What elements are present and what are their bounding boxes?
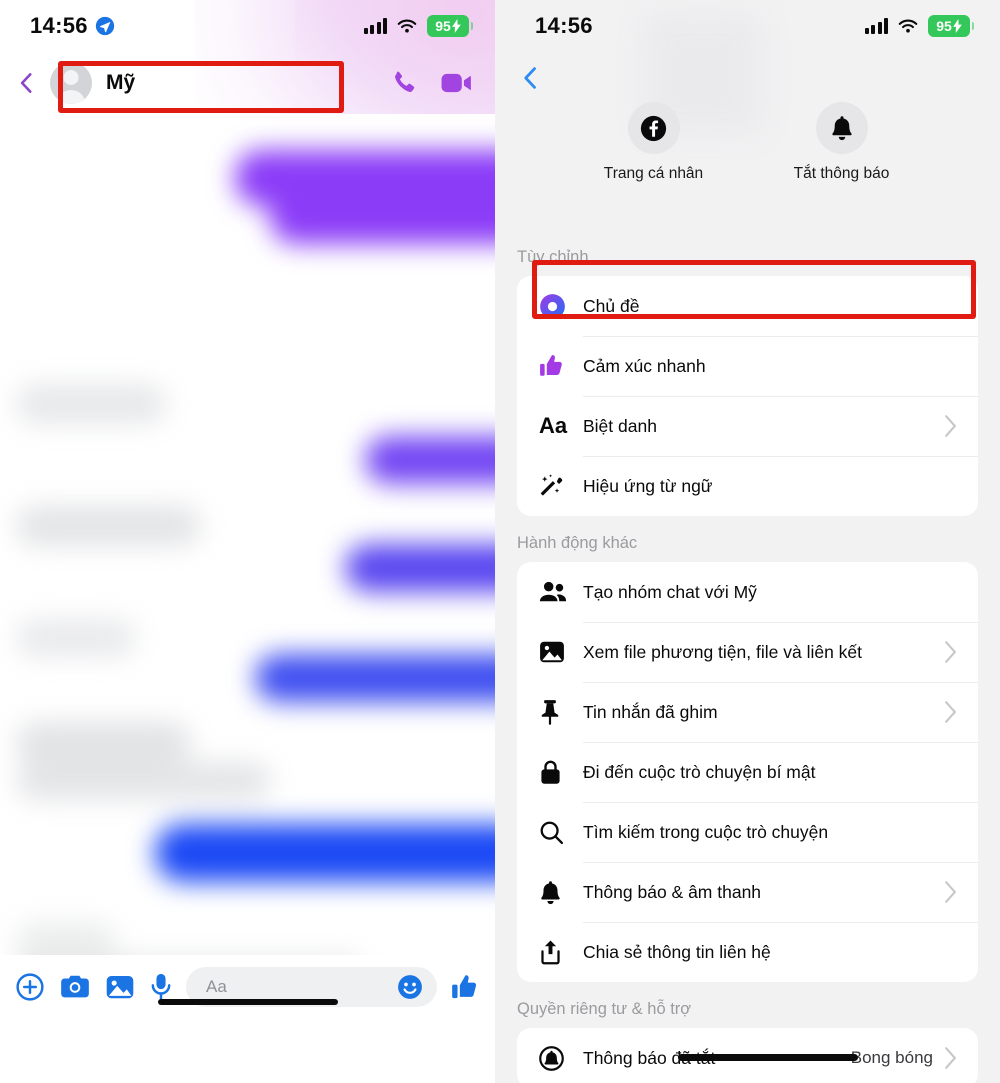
row-cuoc-tro-chuyen-bi-mat[interactable]: Đi đến cuộc trò chuyện bí mật	[517, 742, 978, 802]
battery-indicator: 95	[928, 15, 974, 37]
bell-icon	[815, 102, 868, 154]
avatar	[50, 62, 92, 104]
row-label: Thông báo & âm thanh	[583, 881, 762, 902]
row-label: Tìm kiếm trong cuộc trò chuyện	[583, 821, 829, 842]
chevron-right-icon	[945, 1047, 956, 1069]
share-icon	[539, 939, 573, 965]
row-chu-de[interactable]: Chủ đề	[517, 276, 978, 336]
customization-card: Chủ đề Cảm xúc nhanh Aa Biệt danh Hiệu ứ…	[517, 276, 978, 516]
plus-circle-icon[interactable]	[16, 973, 44, 1001]
row-cam-xuc-nhanh[interactable]: Cảm xúc nhanh	[517, 336, 978, 396]
back-chevron-icon[interactable]	[517, 64, 545, 92]
row-hieu-ung-tu-ngu[interactable]: Hiệu ứng từ ngữ	[517, 456, 978, 516]
chevron-right-icon	[945, 701, 956, 723]
messenger-chat-panel: 14:56 95 Mỹ Aa	[0, 0, 495, 1083]
chevron-right-icon	[945, 641, 956, 663]
home-indicator	[678, 1054, 858, 1061]
people-group-icon	[539, 580, 573, 604]
chat-details-panel: 14:56 95 Trang cá nhân Tắt thông báo Tùy…	[495, 0, 1000, 1083]
status-time: 14:56	[535, 13, 593, 38]
wifi-icon	[397, 19, 417, 33]
quick-actions: Trang cá nhân Tắt thông báo	[495, 102, 1000, 183]
status-bar-right: 14:56 95	[495, 0, 1000, 52]
quick-action-label: Trang cá nhân	[603, 165, 704, 182]
row-tao-nhom-chat[interactable]: Tạo nhóm chat với Mỹ	[517, 562, 978, 622]
quick-action-mute[interactable]: Tắt thông báo	[778, 102, 906, 183]
quick-action-profile[interactable]: Trang cá nhân	[590, 102, 718, 183]
quick-action-label: Tắt thông báo	[793, 165, 890, 182]
charging-bolt-icon	[952, 19, 962, 33]
section-title-privacy-support: Quyền riêng tư & hỗ trợ	[517, 1000, 692, 1018]
row-label: Hiệu ứng từ ngữ	[583, 475, 713, 496]
media-image-icon	[539, 640, 573, 664]
location-arrow-icon	[95, 16, 114, 36]
cellular-signal-icon	[363, 18, 387, 34]
row-label: Chủ đề	[583, 295, 640, 316]
row-label: Đi đến cuộc trò chuyện bí mật	[583, 761, 816, 782]
chat-header: Mỹ	[0, 52, 495, 114]
pin-icon	[539, 699, 573, 725]
message-thread-blurred[interactable]: Aa	[0, 114, 495, 1019]
chat-header-actions	[389, 68, 473, 98]
photo-gallery-icon[interactable]	[106, 974, 134, 1000]
aa-text-icon: Aa	[539, 413, 568, 438]
camera-icon[interactable]	[60, 974, 90, 1000]
back-chevron-icon[interactable]	[14, 70, 40, 96]
row-xem-file-phuong-tien[interactable]: Xem file phương tiện, file và liên kết	[517, 622, 978, 682]
row-label: Tin nhắn đã ghim	[583, 701, 718, 722]
phone-call-icon[interactable]	[389, 68, 419, 98]
facebook-icon	[627, 102, 680, 154]
microphone-icon[interactable]	[150, 973, 172, 1001]
row-chia-se-thong-tin-lien-he[interactable]: Chia sẻ thông tin liên hệ	[517, 922, 978, 982]
thumbs-up-icon[interactable]	[451, 973, 479, 1001]
bell-icon	[539, 880, 573, 905]
thread-blur-layer	[0, 114, 495, 1019]
other-actions-card: Tạo nhóm chat với Mỹ Xem file phương tiệ…	[517, 562, 978, 982]
row-label: Cảm xúc nhanh	[583, 355, 706, 376]
details-header: Trang cá nhân Tắt thông báo	[495, 14, 1000, 230]
battery-level: 95	[936, 18, 952, 34]
message-composer: Aa	[0, 955, 495, 1019]
battery-level: 95	[435, 18, 451, 34]
chevron-right-icon	[945, 415, 956, 437]
row-thong-bao-am-thanh[interactable]: Thông báo & âm thanh	[517, 862, 978, 922]
lock-icon	[539, 759, 573, 785]
battery-indicator: 95	[427, 15, 473, 37]
theme-color-ring-icon	[539, 293, 573, 320]
screenshot-root: 14:56 95 Mỹ Aa 14:56 95 Trang cá nhân Tắ…	[0, 0, 1000, 1083]
row-label: Biệt danh	[583, 415, 657, 436]
row-label: Xem file phương tiện, file và liên kết	[583, 641, 863, 662]
row-value: Bong bóng	[850, 1048, 933, 1067]
search-icon	[539, 820, 573, 845]
emoji-smiley-icon[interactable]	[397, 974, 423, 1000]
chat-header-contact[interactable]: Mỹ	[50, 59, 389, 107]
status-time: 14:56	[30, 13, 88, 38]
row-label: Tạo nhóm chat với Mỹ	[583, 581, 757, 602]
home-indicator	[157, 999, 338, 1005]
charging-bolt-icon	[451, 19, 461, 33]
row-tim-kiem-trong-cuoc-tro-chuyen[interactable]: Tìm kiếm trong cuộc trò chuyện	[517, 802, 978, 862]
magic-wand-sparkles-icon	[539, 473, 573, 499]
section-title-other-actions: Hành động khác	[517, 534, 638, 552]
message-input-placeholder: Aa	[206, 977, 227, 996]
wifi-icon	[898, 19, 918, 33]
contact-name: Mỹ	[106, 71, 136, 94]
section-title-customization: Tùy chỉnh	[517, 248, 589, 266]
video-call-icon[interactable]	[441, 70, 473, 96]
row-label: Chia sẻ thông tin liên hệ	[583, 941, 771, 962]
row-biet-danh[interactable]: Aa Biệt danh	[517, 396, 978, 456]
bell-off-icon	[539, 1045, 573, 1071]
thumbs-up-purple-icon	[539, 353, 573, 379]
status-bar-left-group: 14:56	[30, 13, 115, 39]
status-bar-right-group: 95	[363, 15, 473, 37]
status-bar-right-group: 95	[864, 15, 974, 37]
cellular-signal-icon	[864, 18, 888, 34]
chevron-right-icon	[945, 881, 956, 903]
status-bar-left: 14:56 95	[0, 0, 495, 52]
row-tin-nhan-da-ghim[interactable]: Tin nhắn đã ghim	[517, 682, 978, 742]
